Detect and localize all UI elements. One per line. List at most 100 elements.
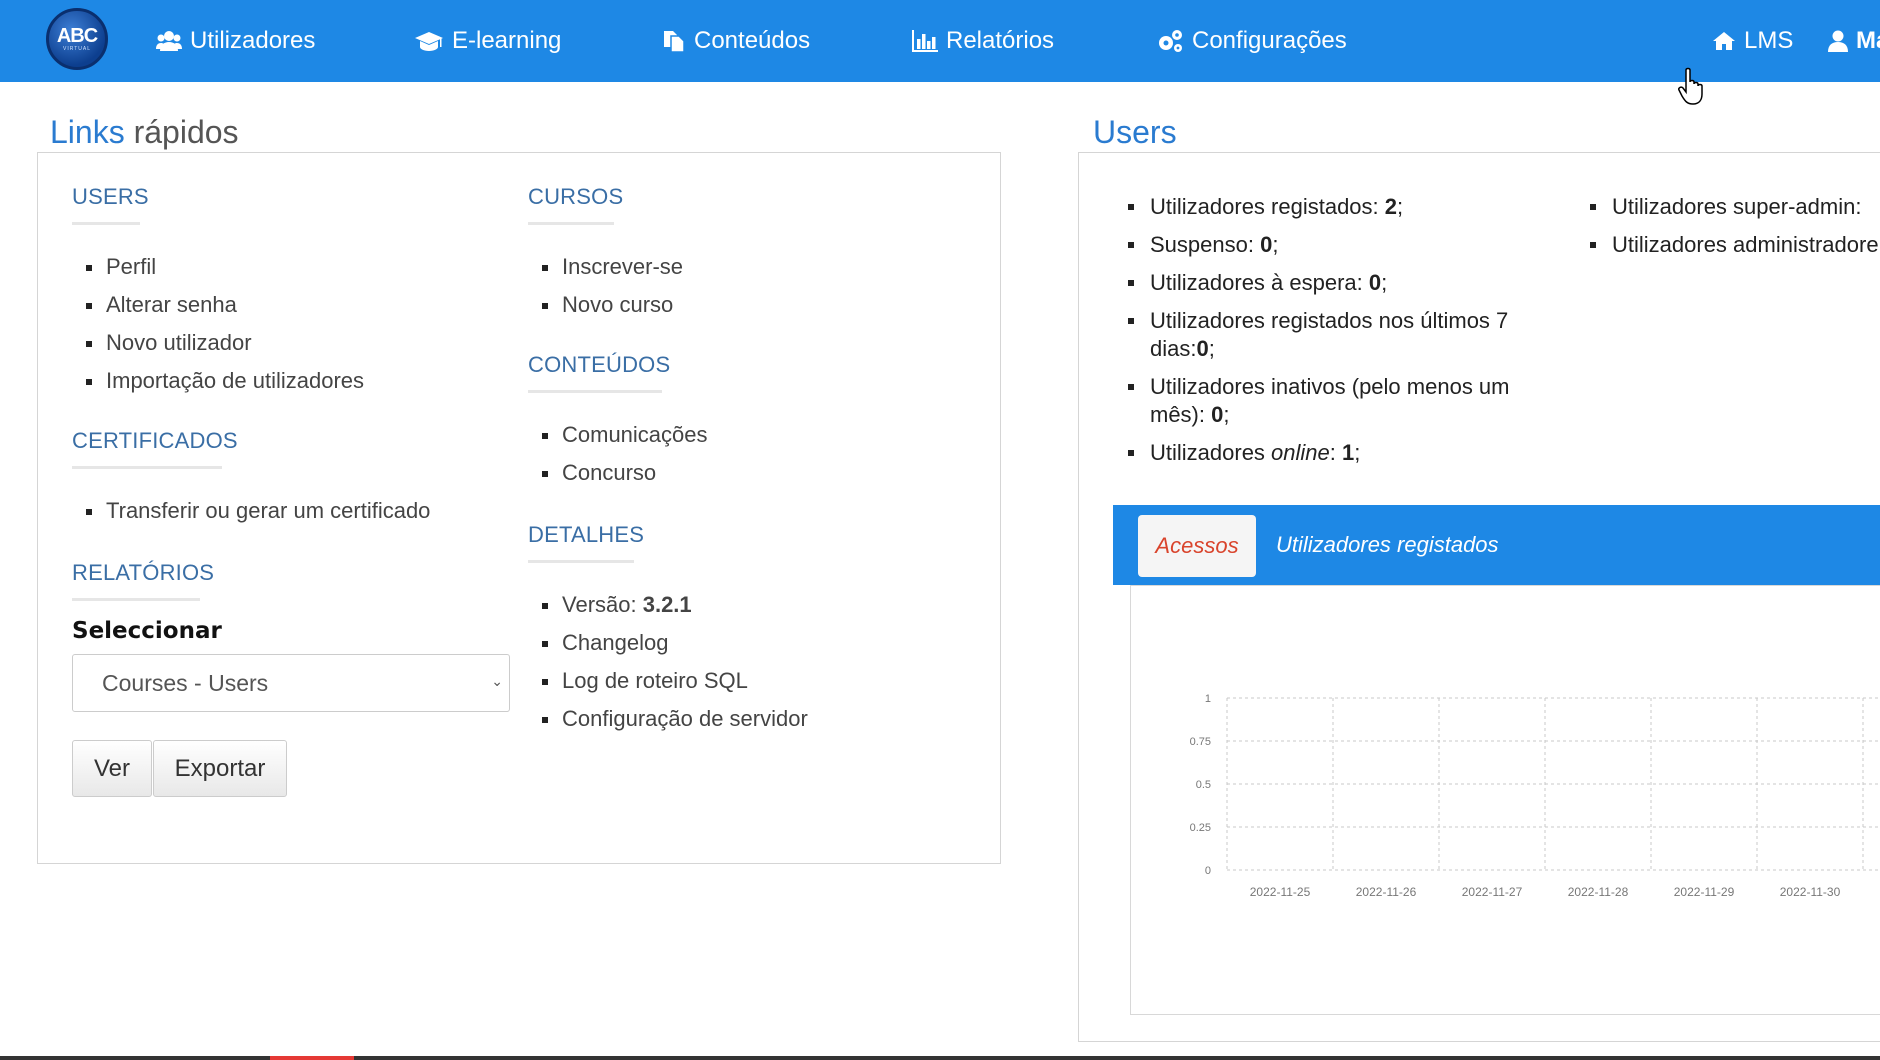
home-icon <box>1713 32 1735 50</box>
chart-ytick-label: 0.75 <box>1190 736 1211 748</box>
users-stats-list: Utilizadores registados: 2; Suspenso: 0;… <box>1116 193 1536 477</box>
link-inscrever-se[interactable]: Inscrever-se <box>528 248 683 286</box>
stat-value: 2 <box>1384 194 1398 219</box>
chart-xtick-label: 2022-11-25 <box>1250 885 1311 899</box>
chart-xtick-label: 2022-11-29 <box>1674 885 1735 899</box>
link-configuracao-servidor[interactable]: Configuração de servidor <box>528 700 808 738</box>
nav-item-e-learning[interactable]: E-learning <box>414 0 561 82</box>
report-select-value: Courses - Users <box>102 669 269 696</box>
stat-label-pre: Utilizadores <box>1150 440 1272 465</box>
view-button[interactable]: Ver <box>72 740 152 797</box>
stat-super-admin: Utilizadores super-admin: <box>1578 193 1880 221</box>
stat-label: Utilizadores à espera: <box>1150 270 1369 295</box>
link-novo-utilizador[interactable]: Novo utilizador <box>72 324 364 362</box>
detalhes-heading: DETALHES <box>528 522 645 547</box>
stat-online: Utilizadores online: 1; <box>1116 439 1536 467</box>
top-navbar: ABC VIRTUAL Utilizadores E-learning Cont… <box>0 0 1880 82</box>
stat-suffix: ; <box>1272 232 1279 257</box>
version-item: Versão: 3.2.1 <box>528 586 808 624</box>
nav-item-label: Conteúdos <box>694 27 811 54</box>
stat-value: 0 <box>1260 232 1273 257</box>
stat-label: Utilizadores registados: <box>1150 194 1385 219</box>
stat-administradores: Utilizadores administradore <box>1578 231 1880 259</box>
link-concurso[interactable]: Concurso <box>528 454 708 492</box>
chart-xtick-label: 2022-11-28 <box>1568 885 1629 899</box>
certificados-heading: CERTIFICADOS <box>72 428 238 453</box>
link-log-roteiro-sql[interactable]: Log de roteiro SQL <box>528 662 808 700</box>
select-label: Seleccionar <box>72 618 222 644</box>
gears-icon <box>1159 30 1182 52</box>
graduation-cap-icon <box>415 32 443 51</box>
report-select[interactable]: Courses - Users ⌄ <box>72 654 510 712</box>
stat-value: 0 <box>1211 402 1224 427</box>
nav-item-user[interactable]: Ma <box>1828 0 1880 82</box>
cursos-heading: CURSOS <box>528 184 624 209</box>
chevron-down-icon: ⌄ <box>491 673 503 689</box>
conteudos-heading-underline <box>528 390 662 393</box>
nav-item-configuracoes[interactable]: Configurações <box>1156 0 1347 82</box>
certificados-heading-underline <box>72 466 222 469</box>
link-importacao-utilizadores[interactable]: Importação de utilizadores <box>72 362 364 400</box>
link-alterar-senha[interactable]: Alterar senha <box>72 286 364 324</box>
certificados-links-list: Transferir ou gerar um certificado <box>72 492 430 530</box>
link-comunicacoes[interactable]: Comunicações <box>528 416 708 454</box>
stat-label: Suspenso: <box>1150 232 1261 257</box>
users-stats-right-list: Utilizadores super-admin: Utilizadores a… <box>1578 193 1880 269</box>
bottom-progress-indicator <box>270 1056 354 1060</box>
stat-suffix: ; <box>1208 336 1215 361</box>
quick-links-title: Links rápidos <box>50 114 239 151</box>
link-transferir-certificado[interactable]: Transferir ou gerar um certificado <box>72 492 430 530</box>
nav-item-label: Configurações <box>1192 27 1347 54</box>
stat-suffix: ; <box>1397 194 1404 219</box>
nav-item-label: Ma <box>1856 27 1880 54</box>
stat-suffix: ; <box>1381 270 1388 295</box>
chart-ytick-label: 0.25 <box>1190 822 1211 834</box>
detalhes-links-list: Versão: 3.2.1 Changelog Log de roteiro S… <box>528 586 808 738</box>
link-perfil[interactable]: Perfil <box>72 248 364 286</box>
cursos-heading-underline <box>528 222 614 225</box>
quick-links-title-a: Links <box>50 114 125 150</box>
relatorios-heading: RELATÓRIOS <box>72 560 215 585</box>
access-chart: 1 0.75 0.5 0.25 0 2022-11-25 2022-11-26 2022-11… <box>1190 693 1880 899</box>
export-button[interactable]: Exportar <box>153 740 287 797</box>
stat-suspenso: Suspenso: 0; <box>1116 231 1536 259</box>
stat-inativos: Utilizadores inativos (pelo menos um mês… <box>1116 373 1536 429</box>
stat-suffix: ; <box>1223 402 1230 427</box>
bar-chart-icon <box>912 30 938 52</box>
version-value: 3.2.1 <box>642 592 692 617</box>
quick-links-title-b: rápidos <box>124 114 239 150</box>
nav-item-conteudos[interactable]: Conteúdos <box>662 0 810 82</box>
users-title: Users <box>1093 114 1177 150</box>
link-changelog[interactable]: Changelog <box>528 624 808 662</box>
version-label: Versão: <box>562 592 643 617</box>
stat-label-em: online <box>1271 440 1330 465</box>
relatorios-heading-underline <box>72 598 200 601</box>
conteudos-heading: CONTEÚDOS <box>528 352 671 377</box>
chart-xtick-label: 2022-11-27 <box>1462 885 1523 899</box>
tab-utilizadores-registados[interactable]: Utilizadores registados <box>1276 532 1499 558</box>
chart-xtick-label: 2022-11-26 <box>1356 885 1417 899</box>
nav-item-lms[interactable]: LMS <box>1712 0 1793 82</box>
stat-value: 1 <box>1342 440 1355 465</box>
chart-ytick-label: 1 <box>1205 693 1211 705</box>
chart-xtick-label: 2022-11-30 <box>1780 885 1841 899</box>
stat-label: : <box>1329 440 1342 465</box>
users-heading: USERS <box>72 184 149 209</box>
nav-item-label: E-learning <box>452 27 562 54</box>
nav-item-relatorios[interactable]: Relatórios <box>912 0 1054 82</box>
link-novo-curso[interactable]: Novo curso <box>528 286 683 324</box>
detalhes-heading-underline <box>528 560 634 563</box>
users-links-list: Perfil Alterar senha Novo utilizador Imp… <box>72 248 364 400</box>
abc-virtual-logo[interactable]: ABC VIRTUAL <box>46 8 108 70</box>
nav-item-label: LMS <box>1744 27 1794 54</box>
stat-ultimos-7-dias: Utilizadores registados nos últimos 7 di… <box>1116 307 1536 363</box>
tab-acessos[interactable]: Acessos <box>1138 515 1256 577</box>
nav-item-label: Utilizadores <box>190 27 316 54</box>
stat-espera: Utilizadores à espera: 0; <box>1116 269 1536 297</box>
users-icon <box>156 31 182 51</box>
nav-item-utilizadores[interactable]: Utilizadores <box>156 0 315 82</box>
conteudos-links-list: Comunicações Concurso <box>528 416 708 492</box>
stat-registados: Utilizadores registados: 2; <box>1116 193 1536 221</box>
users-heading-underline <box>72 222 140 225</box>
stat-value: 0 <box>1196 336 1209 361</box>
